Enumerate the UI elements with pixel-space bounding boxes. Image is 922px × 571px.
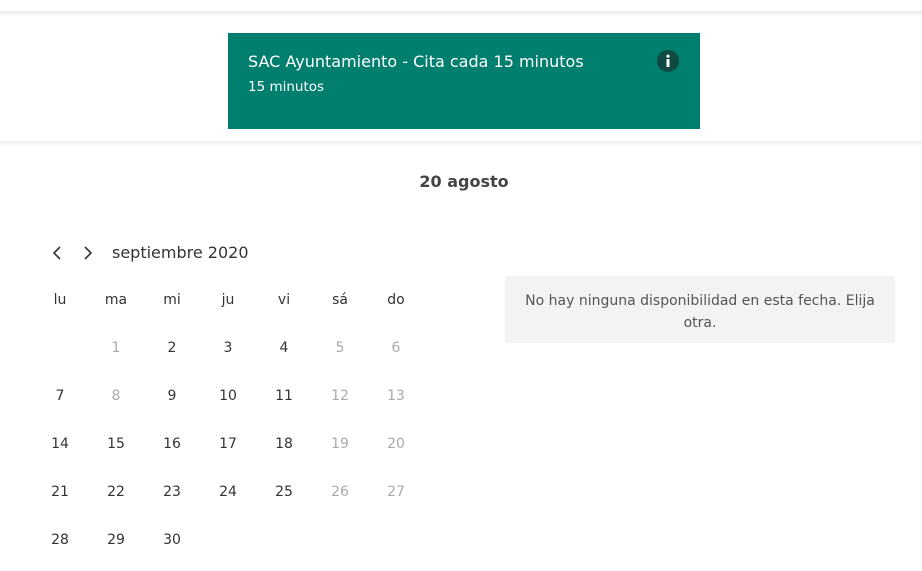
service-title: SAC Ayuntamiento - Cita cada 15 minutos [248, 52, 584, 71]
calendar-day: 27 [387, 484, 405, 500]
calendar-day[interactable]: 22 [96, 477, 136, 507]
calendar-day: 19 [331, 436, 349, 452]
calendar-day: 20 [387, 436, 405, 452]
calendar-day[interactable]: 21 [40, 477, 80, 507]
calendar-day[interactable]: 30 [152, 525, 192, 555]
selected-date-heading: 20 agosto [419, 172, 509, 191]
next-month-button[interactable] [78, 243, 98, 263]
calendar-day[interactable]: 29 [96, 525, 136, 555]
calendar-day[interactable]: 15 [96, 429, 136, 459]
no-availability-message: No hay ninguna disponibilidad en esta fe… [505, 276, 895, 343]
calendar-day[interactable]: 4 [264, 333, 304, 363]
info-icon[interactable] [657, 50, 679, 72]
calendar-day[interactable]: 3 [208, 333, 248, 363]
calendar-day[interactable]: 16 [152, 429, 192, 459]
calendar-day[interactable]: 24 [208, 477, 248, 507]
previous-month-button[interactable] [47, 243, 67, 263]
calendar-day[interactable]: 28 [40, 525, 80, 555]
calendar-day[interactable]: 2 [152, 333, 192, 363]
service-duration: 15 minutos [248, 79, 325, 95]
calendar-day[interactable]: 14 [40, 429, 80, 459]
top-band [0, 0, 922, 16]
weekday-label: ma [104, 292, 128, 308]
calendar-day: 26 [331, 484, 349, 500]
weekday-label: lu [53, 292, 67, 308]
weekday-label: do [387, 292, 405, 308]
service-card[interactable]: SAC Ayuntamiento - Cita cada 15 minutos … [228, 33, 700, 129]
calendar-day: 8 [111, 388, 121, 404]
chevron-right-icon [84, 246, 93, 260]
calendar-day[interactable]: 23 [152, 477, 192, 507]
calendar-day[interactable]: 9 [152, 381, 192, 411]
chevron-left-icon [52, 246, 61, 260]
calendar-day: 12 [331, 388, 349, 404]
calendar-day[interactable]: 18 [264, 429, 304, 459]
calendar-day[interactable]: 7 [40, 381, 80, 411]
weekday-label: mi [163, 292, 181, 308]
calendar-day: 13 [387, 388, 405, 404]
calendar-day[interactable]: 17 [208, 429, 248, 459]
calendar-day[interactable]: 25 [264, 477, 304, 507]
calendar-day[interactable]: 11 [264, 381, 304, 411]
calendar-day: 1 [111, 340, 121, 356]
month-label: septiembre 2020 [112, 243, 249, 262]
weekday-label: vi [277, 292, 291, 308]
weekday-label: ju [221, 292, 235, 308]
calendar-day: 6 [391, 340, 401, 356]
section-divider [0, 141, 922, 147]
calendar-day[interactable]: 10 [208, 381, 248, 411]
weekday-label: sá [332, 292, 348, 308]
calendar-day: 5 [335, 340, 345, 356]
